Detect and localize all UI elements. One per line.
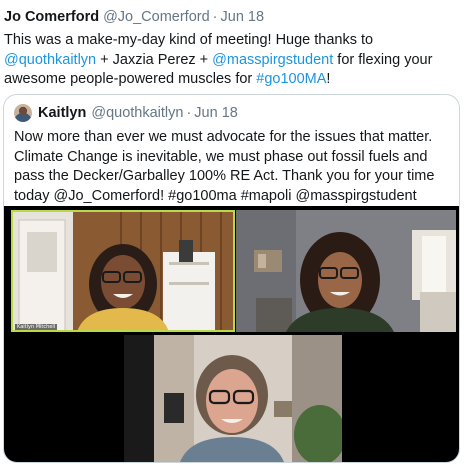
quoted-tweet-text: Now more than ever we must advocate for … xyxy=(14,129,435,204)
video-tile-participant xyxy=(236,210,456,332)
participant-name-label: Kaitlyn Mitchell xyxy=(15,324,58,330)
video-tile-kaitlyn: Kaitlyn Mitchell xyxy=(11,210,235,332)
mention-link[interactable]: @masspirgstudent xyxy=(212,52,333,68)
tweet-text-segment: + Jaxzia Perez + xyxy=(96,51,213,68)
author-handle[interactable]: @Jo_Comerford xyxy=(103,9,210,25)
video-tile-participant-image xyxy=(236,210,456,332)
quoted-author-name[interactable]: Kaitlyn xyxy=(38,105,86,121)
hashtag-link[interactable]: #go100MA xyxy=(256,71,326,87)
video-tile-kaitlyn-image xyxy=(11,210,235,332)
quoted-tweet-date[interactable]: Jun 18 xyxy=(194,105,238,121)
separator-dot: · xyxy=(212,9,218,25)
quoted-tweet[interactable]: Kaitlyn @quothkaitlyn · Jun 18 Now more … xyxy=(3,94,460,463)
tweet-text: This was a make-my-day kind of meeting! … xyxy=(4,31,459,90)
author-name[interactable]: Jo Comerford xyxy=(4,9,99,25)
video-tile-participant-image xyxy=(124,335,342,462)
video-tile-participant xyxy=(124,335,342,462)
separator-dot: · xyxy=(186,105,192,121)
tweet-header: Jo Comerford @Jo_Comerford · Jun 18 xyxy=(4,9,264,25)
tweet-date[interactable]: Jun 18 xyxy=(221,9,265,25)
avatar[interactable] xyxy=(14,104,32,122)
tweet[interactable]: Jo Comerford @Jo_Comerford · Jun 18 This wa… xyxy=(0,0,466,467)
quoted-author-handle[interactable]: @quothkaitlyn xyxy=(91,105,183,121)
mention-link[interactable]: @quothkaitlyn xyxy=(4,52,96,68)
tweet-text-segment: This was a make-my-day kind of meeting! … xyxy=(4,32,374,48)
quoted-tweet-header: Kaitlyn @quothkaitlyn · Jun 18 xyxy=(14,104,238,122)
tweet-text-segment: ! xyxy=(326,71,331,87)
video-call-screenshot[interactable]: Kaitlyn Mitchell xyxy=(4,206,459,462)
